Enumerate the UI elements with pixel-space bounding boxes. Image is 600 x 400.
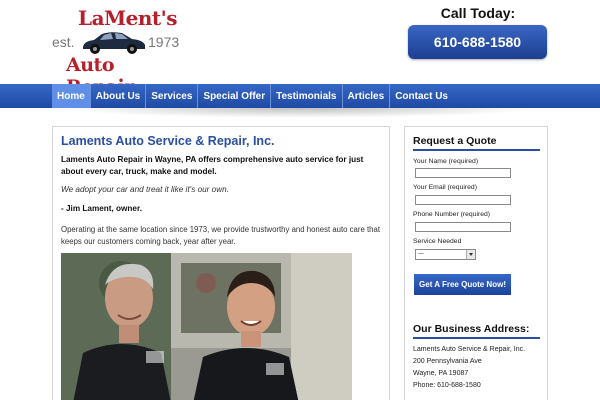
email-field[interactable] bbox=[415, 195, 511, 205]
nav-item-about-us[interactable]: About Us bbox=[91, 84, 147, 108]
service-select[interactable]: --- bbox=[415, 249, 476, 260]
logo-year: 1973 bbox=[148, 34, 180, 50]
address-phone: Phone: 610-688-1580 bbox=[413, 382, 481, 389]
car-icon bbox=[83, 32, 145, 54]
owner-signature: - Jim Lament, owner. bbox=[61, 204, 142, 213]
page-title: Laments Auto Service & Repair, Inc. bbox=[61, 134, 275, 148]
get-quote-button[interactable]: Get A Free Quote Now! bbox=[414, 274, 511, 295]
name-field[interactable] bbox=[415, 168, 511, 178]
nav-item-services[interactable]: Services bbox=[146, 84, 199, 108]
phone-field[interactable] bbox=[415, 222, 511, 232]
divider bbox=[413, 149, 540, 151]
nav-item-testimonials[interactable]: Testimonials bbox=[271, 84, 343, 108]
phone-label: Phone Number (required) bbox=[413, 211, 491, 218]
name-label: Your Name (required) bbox=[413, 158, 479, 165]
call-today-label: Call Today: bbox=[440, 5, 516, 21]
main-content: Laments Auto Service & Repair, Inc. Lame… bbox=[52, 126, 390, 400]
address-title: Our Business Address: bbox=[413, 323, 530, 335]
nav-item-contact-us[interactable]: Contact Us bbox=[390, 84, 453, 108]
chevron-down-icon bbox=[466, 250, 475, 259]
main-nav: Home About Us Services Special Offer Tes… bbox=[0, 84, 600, 108]
address-street: 200 Pennsylvania Ave bbox=[413, 358, 482, 365]
owners-photo bbox=[61, 253, 352, 400]
nav-item-articles[interactable]: Articles bbox=[343, 84, 391, 108]
nav-item-home[interactable]: Home bbox=[52, 84, 91, 108]
logo-line1: LaMent's bbox=[78, 6, 178, 30]
nav-item-special-offer[interactable]: Special Offer bbox=[198, 84, 272, 108]
address-city: Wayne, PA 19087 bbox=[413, 370, 469, 377]
logo[interactable]: LaMent's est. 1973 Auto Repair bbox=[52, 6, 182, 98]
address-business-name: Laments Auto Service & Repair, Inc. bbox=[413, 346, 526, 353]
body-text: Operating at the same location since 197… bbox=[61, 225, 380, 246]
service-label: Service Needed bbox=[413, 238, 462, 245]
tagline: We adopt your car and treat it like it's… bbox=[61, 185, 229, 194]
sidebar: Request a Quote Your Name (required) You… bbox=[404, 126, 548, 400]
service-select-value: --- bbox=[418, 251, 424, 257]
email-label: Your Email (required) bbox=[413, 184, 477, 191]
quote-form-title: Request a Quote bbox=[413, 135, 497, 147]
phone-button[interactable]: 610-688-1580 bbox=[408, 25, 547, 59]
logo-est: est. bbox=[52, 34, 75, 50]
site-header: LaMent's est. 1973 Auto Repair Call Toda… bbox=[0, 0, 600, 98]
nav-shadow bbox=[60, 108, 540, 118]
intro-text: Laments Auto Repair in Wayne, PA offers … bbox=[61, 155, 364, 176]
divider bbox=[413, 337, 540, 339]
